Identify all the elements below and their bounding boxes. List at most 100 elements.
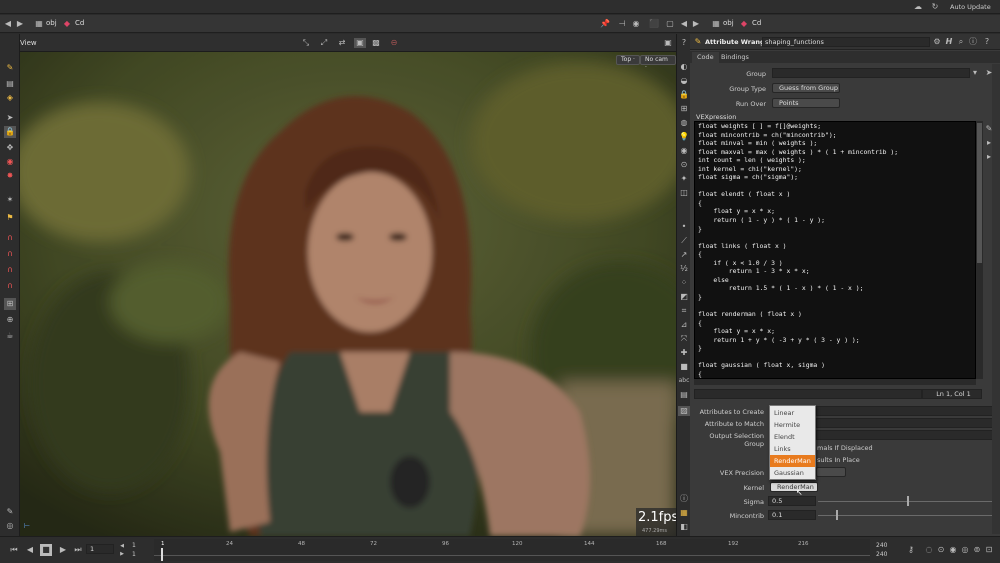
magnet-icon[interactable]: ∩ (4, 232, 16, 244)
transform-icon[interactable]: ⤧ (678, 334, 690, 344)
vex-code-editor[interactable]: float weights [ ] = f[]@weights; float m… (694, 121, 976, 379)
arrow-select-icon[interactable]: ➤ (4, 112, 16, 124)
shading-icon[interactable]: ◉ (678, 146, 690, 156)
go-to-start-icon[interactable]: ⏮ (8, 545, 20, 555)
tab-bindings[interactable]: Bindings (716, 52, 754, 63)
play-icon[interactable]: ▶ (57, 545, 69, 555)
background-icon[interactable]: ▤ (678, 390, 690, 400)
code-hscrollbar[interactable] (694, 379, 976, 385)
light-icon[interactable]: 💡 (678, 132, 690, 142)
houdini-icon[interactable]: H (944, 37, 954, 47)
network-view-icon[interactable]: ◉ (631, 19, 641, 29)
settings-icon[interactable]: ⊙ (936, 545, 946, 555)
kernel-select[interactable]: RenderMan (770, 482, 818, 492)
box-icon[interactable]: ■ (678, 362, 690, 372)
kernel-option-linear[interactable]: Linear (770, 407, 815, 419)
code-scrollbar[interactable] (976, 121, 983, 379)
magnet-icon[interactable]: ∩ (4, 248, 16, 260)
sigma-slider-handle[interactable] (907, 496, 909, 506)
node-name-field[interactable]: shaping_functions (762, 37, 930, 47)
rotate-icon[interactable]: ◉ (4, 156, 16, 168)
kernel-option-gaussian[interactable]: Gaussian (770, 467, 815, 479)
step-forward-icon[interactable]: ▶ (118, 551, 126, 557)
cache-icon[interactable]: ⊡ (984, 545, 994, 555)
go-to-end-icon[interactable]: ⏭ (72, 545, 84, 555)
brush-icon[interactable]: ▤ (4, 78, 16, 90)
current-frame-field[interactable]: 1 (86, 544, 114, 554)
box-tool-icon[interactable]: ◈ (4, 92, 16, 104)
group-type-select[interactable]: Guess from Group (772, 83, 840, 93)
help-icon[interactable]: ? (678, 38, 690, 48)
attr-match-field[interactable] (816, 418, 1000, 428)
group-field[interactable] (772, 68, 970, 78)
kernel-option-hermite[interactable]: Hermite (770, 419, 815, 431)
back-arrow-icon[interactable]: ◀ (679, 19, 689, 29)
stop-icon[interactable]: ■ (40, 544, 52, 556)
flag-icon[interactable]: ⚑ (4, 212, 16, 224)
dot-icon[interactable]: • (678, 222, 690, 232)
gear-icon[interactable]: ⚙ (932, 37, 942, 47)
handles-icon[interactable]: ✚ (678, 348, 690, 358)
point-numbers-icon[interactable]: ⁘ (678, 278, 690, 288)
number-icon[interactable]: ½ (678, 264, 690, 274)
snap-icon[interactable]: ▣ (354, 38, 366, 48)
move-icon[interactable]: ✥ (4, 142, 16, 154)
uv-icon[interactable]: ⊿ (678, 320, 690, 330)
path-obj[interactable]: obj (46, 19, 57, 27)
kernel-option-links[interactable]: Links (770, 443, 815, 455)
realtime-icon[interactable]: ◉ (948, 545, 958, 555)
lock-icon[interactable]: 🔒 (4, 126, 16, 138)
path-cd[interactable]: Cd (752, 19, 761, 27)
path-cd[interactable]: Cd (75, 19, 84, 27)
text-icon[interactable]: abc (678, 376, 690, 386)
paint-tool-icon[interactable]: ✎ (4, 62, 16, 74)
kernel-option-elendt[interactable]: Elendt (770, 431, 815, 443)
pin-icon[interactable]: ⊣ (617, 19, 627, 29)
grid-icon[interactable]: ⊞ (4, 298, 16, 310)
transform-tool-icon[interactable]: ⤢ (318, 38, 330, 48)
sphere-icon[interactable]: ⊕ (4, 314, 16, 326)
key-icon[interactable]: ⚷ (906, 545, 916, 555)
display-icon[interactable]: ▩ (370, 38, 382, 48)
range-start[interactable]: 1 (132, 542, 136, 549)
cloud-icon[interactable]: ☁ (912, 2, 924, 12)
mincontrib-slider[interactable] (818, 515, 996, 516)
vex-precision-select[interactable] (816, 467, 846, 477)
output-sel-field[interactable] (816, 430, 1000, 440)
normals-icon[interactable]: ✦ (678, 174, 690, 184)
scale-icon[interactable]: ✸ (4, 170, 16, 182)
back-arrow-icon[interactable]: ◀ (3, 19, 13, 29)
range-start2[interactable]: 1 (132, 551, 136, 558)
vector-icon[interactable]: ↗ (678, 250, 690, 260)
camera-top-button[interactable]: Top · (616, 55, 640, 65)
panel-scrollbar[interactable] (992, 64, 1000, 534)
handle-tool-icon[interactable]: ⇄ (336, 38, 348, 48)
mincontrib-slider-handle[interactable] (836, 510, 838, 520)
playhead[interactable] (161, 548, 163, 561)
primitive-icon[interactable]: ◩ (678, 292, 690, 302)
range-end[interactable]: 240 (876, 542, 887, 549)
tab-code[interactable]: Code (692, 52, 719, 63)
sigma-field[interactable]: 0.5 (768, 496, 816, 506)
path-obj[interactable]: obj (723, 19, 734, 27)
attrs-create-field[interactable] (816, 406, 1000, 416)
run-over-select[interactable]: Points (772, 98, 840, 108)
magnet-icon[interactable]: ∩ (4, 264, 16, 276)
globe-icon[interactable]: ◎ (4, 520, 16, 532)
cup-icon[interactable]: ☕ (4, 330, 16, 342)
info-icon[interactable]: ⓘ (968, 37, 978, 47)
timeline-track[interactable]: 1 24 48 72 96 120 144 168 192 216 (154, 539, 870, 561)
guide-icon[interactable]: ⌗ (678, 306, 690, 316)
camera-icon[interactable]: ◫ (678, 188, 690, 198)
camera-select-button[interactable]: No cam · (640, 55, 676, 71)
loop-icon[interactable]: ◎ (960, 545, 970, 555)
play-reverse-icon[interactable]: ◀ (24, 545, 36, 555)
layout-icon[interactable]: ◧ (678, 522, 690, 532)
step-back-icon[interactable]: ◀ (118, 543, 126, 549)
help-icon[interactable]: ? (982, 37, 992, 47)
help-icon[interactable]: ▢ (665, 19, 675, 29)
viewport[interactable]: Top · No cam · 2.1fps 477.29ms ⊢ (20, 52, 676, 536)
audio-icon[interactable]: ◌ (924, 545, 934, 555)
pen-icon[interactable]: ✎ (4, 506, 16, 518)
edge-icon[interactable]: ⟋ (678, 236, 690, 246)
